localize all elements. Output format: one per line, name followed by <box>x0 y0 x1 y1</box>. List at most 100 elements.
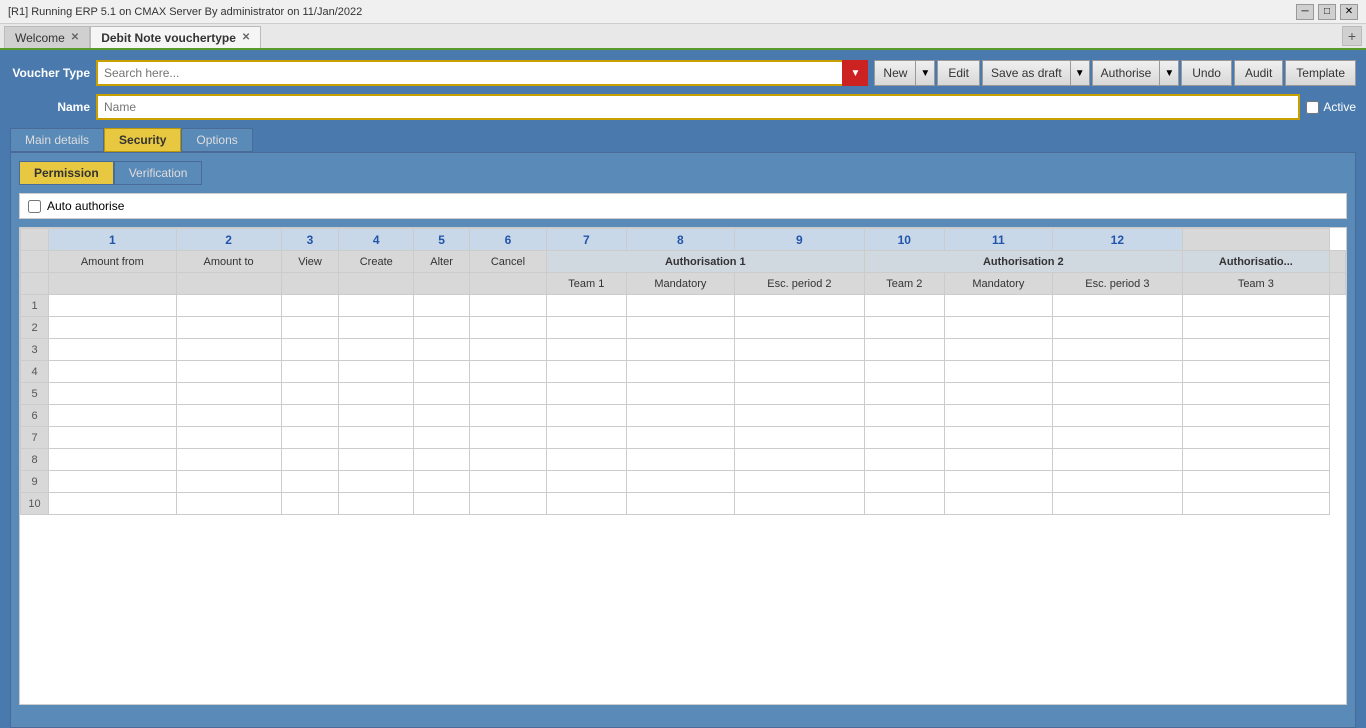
table-cell[interactable] <box>546 339 626 361</box>
table-cell[interactable] <box>49 493 177 515</box>
table-cell[interactable] <box>864 383 944 405</box>
table-cell[interactable] <box>339 405 414 427</box>
table-cell[interactable] <box>1182 427 1329 449</box>
table-cell[interactable] <box>864 361 944 383</box>
table-cell[interactable] <box>414 493 470 515</box>
table-cell[interactable] <box>546 317 626 339</box>
table-cell[interactable] <box>734 493 864 515</box>
table-cell[interactable] <box>944 427 1052 449</box>
table-cell[interactable] <box>470 317 547 339</box>
table-cell[interactable] <box>49 383 177 405</box>
table-cell[interactable] <box>944 339 1052 361</box>
voucher-type-search-input[interactable] <box>96 60 868 86</box>
table-cell[interactable] <box>546 383 626 405</box>
table-cell[interactable] <box>626 317 734 339</box>
table-cell[interactable] <box>414 383 470 405</box>
table-cell[interactable] <box>944 449 1052 471</box>
minimize-button[interactable]: ─ <box>1296 4 1314 20</box>
tab-security[interactable]: Security <box>104 128 181 152</box>
table-cell[interactable] <box>414 405 470 427</box>
undo-button[interactable]: Undo <box>1181 60 1232 86</box>
table-cell[interactable] <box>414 471 470 493</box>
table-cell[interactable] <box>1052 493 1182 515</box>
table-cell[interactable] <box>470 449 547 471</box>
table-cell[interactable] <box>1182 449 1329 471</box>
table-cell[interactable] <box>49 339 177 361</box>
table-cell[interactable] <box>281 493 339 515</box>
table-cell[interactable] <box>626 405 734 427</box>
table-cell[interactable] <box>176 317 281 339</box>
table-cell[interactable] <box>281 449 339 471</box>
table-cell[interactable] <box>49 427 177 449</box>
table-cell[interactable] <box>49 317 177 339</box>
table-cell[interactable] <box>470 383 547 405</box>
table-cell[interactable] <box>626 361 734 383</box>
tab-debit-note[interactable]: Debit Note vouchertype ✕ <box>90 26 261 48</box>
table-cell[interactable] <box>339 493 414 515</box>
table-cell[interactable] <box>1052 427 1182 449</box>
table-cell[interactable] <box>944 405 1052 427</box>
table-cell[interactable] <box>944 295 1052 317</box>
table-cell[interactable] <box>864 427 944 449</box>
table-cell[interactable] <box>1052 317 1182 339</box>
table-cell[interactable] <box>281 427 339 449</box>
table-cell[interactable] <box>1052 339 1182 361</box>
table-cell[interactable] <box>546 361 626 383</box>
table-cell[interactable] <box>864 295 944 317</box>
table-cell[interactable] <box>734 449 864 471</box>
table-cell[interactable] <box>944 317 1052 339</box>
table-cell[interactable] <box>49 295 177 317</box>
table-cell[interactable] <box>176 493 281 515</box>
table-cell[interactable] <box>414 449 470 471</box>
table-cell[interactable] <box>281 339 339 361</box>
table-cell[interactable] <box>1182 383 1329 405</box>
table-cell[interactable] <box>944 383 1052 405</box>
table-cell[interactable] <box>944 493 1052 515</box>
table-cell[interactable] <box>339 471 414 493</box>
table-cell[interactable] <box>1182 405 1329 427</box>
tab-debit-note-close[interactable]: ✕ <box>242 32 250 43</box>
sub-tab-verification[interactable]: Verification <box>114 161 203 185</box>
permission-grid[interactable]: 1 2 3 4 5 6 7 8 9 10 11 12 <box>19 227 1347 705</box>
table-cell[interactable] <box>49 449 177 471</box>
table-cell[interactable] <box>626 471 734 493</box>
table-cell[interactable] <box>734 405 864 427</box>
table-cell[interactable] <box>626 449 734 471</box>
name-input[interactable] <box>96 94 1300 120</box>
new-button[interactable]: New <box>874 60 915 86</box>
table-cell[interactable] <box>414 295 470 317</box>
table-cell[interactable] <box>176 449 281 471</box>
save-draft-button[interactable]: Save as draft <box>982 60 1070 86</box>
table-cell[interactable] <box>470 427 547 449</box>
template-button[interactable]: Template <box>1285 60 1356 86</box>
table-cell[interactable] <box>470 405 547 427</box>
table-cell[interactable] <box>734 471 864 493</box>
table-cell[interactable] <box>734 317 864 339</box>
table-cell[interactable] <box>470 339 547 361</box>
table-cell[interactable] <box>546 405 626 427</box>
table-cell[interactable] <box>414 361 470 383</box>
table-cell[interactable] <box>339 295 414 317</box>
table-cell[interactable] <box>546 493 626 515</box>
table-cell[interactable] <box>1182 493 1329 515</box>
table-cell[interactable] <box>176 339 281 361</box>
table-cell[interactable] <box>176 383 281 405</box>
table-cell[interactable] <box>176 427 281 449</box>
table-cell[interactable] <box>1182 295 1329 317</box>
sub-tab-permission[interactable]: Permission <box>19 161 114 185</box>
new-dropdown-arrow[interactable]: ▼ <box>915 60 935 86</box>
table-cell[interactable] <box>281 317 339 339</box>
table-cell[interactable] <box>414 317 470 339</box>
table-cell[interactable] <box>864 317 944 339</box>
voucher-type-dropdown-button[interactable]: ▼ <box>842 60 868 86</box>
table-cell[interactable] <box>626 427 734 449</box>
table-cell[interactable] <box>944 361 1052 383</box>
active-checkbox[interactable] <box>1306 101 1319 114</box>
table-cell[interactable] <box>1052 295 1182 317</box>
close-button[interactable]: ✕ <box>1340 4 1358 20</box>
table-cell[interactable] <box>626 493 734 515</box>
table-cell[interactable] <box>339 339 414 361</box>
table-cell[interactable] <box>470 493 547 515</box>
table-cell[interactable] <box>1182 361 1329 383</box>
table-cell[interactable] <box>339 383 414 405</box>
